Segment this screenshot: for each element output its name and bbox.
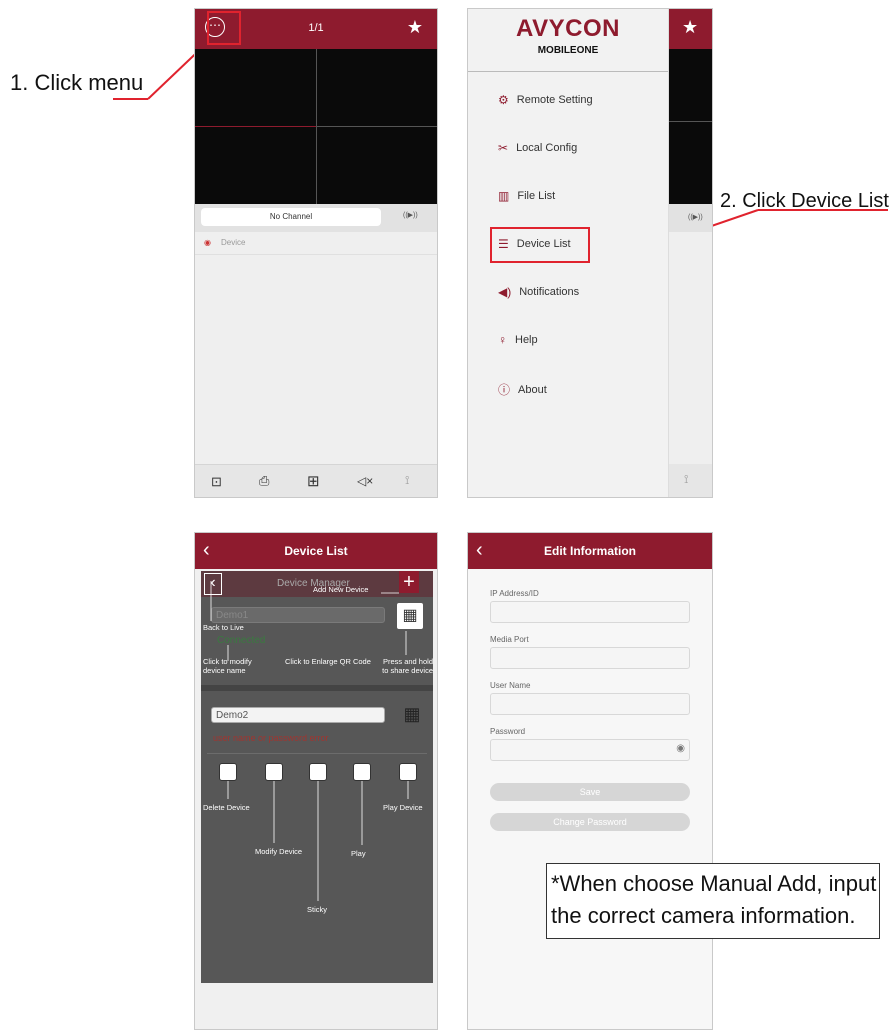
live-view-panel: ⋯ 1/1 ★ No Channel ((▶)) ◉ Device ⊡ ⎙ ⊞ … bbox=[194, 8, 438, 498]
menu-item-file-list[interactable]: ▥ File List bbox=[498, 189, 555, 203]
menu-highlight bbox=[207, 11, 241, 45]
brand-logo: AVYCON bbox=[468, 15, 668, 43]
side-drawer: AVYCON MOBILEONE ⚙ Remote Setting ✂ Loca… bbox=[468, 9, 669, 497]
device-list-panel: ‹ Device List ‹ Device Manager + Add New… bbox=[194, 532, 438, 1030]
user-name-label: User Name bbox=[490, 681, 531, 690]
device-eye-icon: ◉ bbox=[204, 238, 211, 247]
audio-broadcast-icon[interactable]: ((▶)) bbox=[403, 211, 418, 219]
channel-bar: No Channel ((▶)) bbox=[195, 204, 437, 232]
drawer-divider bbox=[468, 71, 668, 72]
save-button[interactable]: Save bbox=[490, 783, 690, 801]
file-list-icon: ▥ bbox=[498, 189, 510, 203]
menu-item-about[interactable]: ⓘ About bbox=[498, 381, 547, 398]
note-line2: the correct camera information. bbox=[551, 903, 856, 928]
menu-item-label: Help bbox=[515, 334, 538, 346]
ptz-icon[interactable]: ⟟ bbox=[684, 472, 688, 487]
edit-info-header: ‹ Edit Information bbox=[468, 533, 712, 569]
callout-delete: Delete Device bbox=[203, 803, 250, 812]
change-password-button[interactable]: Change Password bbox=[490, 813, 690, 831]
menu-item-label: Remote Setting bbox=[516, 94, 593, 106]
media-port-label: Media Port bbox=[490, 635, 529, 644]
edit-info-panel: ‹ Edit Information IP Address/ID Media P… bbox=[467, 532, 713, 1030]
password-field[interactable]: ◉ bbox=[490, 739, 690, 761]
callout-play: Play bbox=[351, 849, 366, 858]
edit-info-title: Edit Information bbox=[544, 544, 636, 558]
mute-icon[interactable]: ◁× bbox=[357, 474, 373, 488]
ptz-icon[interactable]: ⟟ bbox=[405, 473, 409, 488]
note-line1: *When choose Manual Add, input bbox=[551, 871, 877, 896]
toolbar-peek: ⟟ bbox=[668, 464, 712, 497]
menu-item-remote-setting[interactable]: ⚙ Remote Setting bbox=[498, 93, 593, 107]
callout-play-device: Play Device bbox=[383, 803, 423, 812]
record-icon[interactable]: ⎙ bbox=[259, 473, 269, 489]
megaphone-icon: ◀) bbox=[498, 285, 512, 299]
device-list-highlight bbox=[490, 227, 590, 263]
eye-icon[interactable]: ◉ bbox=[676, 743, 685, 754]
menu-item-label: Local Config bbox=[516, 142, 578, 154]
remote-setting-icon: ⚙ bbox=[498, 93, 509, 107]
channel-label[interactable]: No Channel bbox=[201, 208, 381, 226]
grid-divider-h-left bbox=[195, 126, 316, 127]
callout-modify: Modify Device bbox=[255, 847, 303, 856]
callout-sticky: Sticky bbox=[307, 905, 328, 914]
menu-item-help[interactable]: ♀ Help bbox=[498, 333, 538, 347]
channel-bar-peek: ((▶)) bbox=[668, 204, 712, 232]
drawer-panel: ★ ((▶)) ⟟ AVYCON MOBILEONE ⚙ Remote Sett… bbox=[467, 8, 713, 498]
device-list-title: Device List bbox=[284, 544, 348, 558]
callout-lines bbox=[210, 581, 409, 901]
video-peek bbox=[668, 49, 712, 204]
media-port-field[interactable] bbox=[490, 647, 690, 669]
device-row[interactable]: ◉ Device bbox=[195, 232, 437, 255]
device-manager-overlay: ‹ Device Manager + Add New Device Demo1 … bbox=[201, 571, 433, 983]
user-name-field[interactable] bbox=[490, 693, 690, 715]
device-label: Device bbox=[221, 238, 246, 247]
menu-item-notifications[interactable]: ◀) Notifications bbox=[498, 285, 579, 299]
brand-logo-text: AVYCON bbox=[516, 15, 620, 42]
audio-broadcast-icon[interactable]: ((▶)) bbox=[688, 213, 703, 221]
favorite-star-icon[interactable]: ★ bbox=[407, 17, 423, 38]
bulb-icon: ♀ bbox=[498, 333, 507, 347]
video-grid[interactable] bbox=[195, 49, 437, 204]
favorite-star-icon[interactable]: ★ bbox=[682, 17, 698, 38]
menu-item-label: About bbox=[518, 383, 547, 396]
menu-item-label: File List bbox=[517, 190, 556, 202]
note-box: *When choose Manual Add, input the corre… bbox=[546, 863, 880, 939]
menu-item-label: Notifications bbox=[519, 286, 580, 298]
ip-address-label: IP Address/ID bbox=[490, 589, 539, 598]
header-peek: ★ bbox=[668, 9, 712, 49]
grid-divider-h-right bbox=[316, 126, 437, 127]
ip-address-field[interactable] bbox=[490, 601, 690, 623]
brand-subtitle: MOBILEONE bbox=[537, 45, 599, 56]
snapshot-icon[interactable]: ⊡ bbox=[211, 474, 222, 490]
info-icon: ⓘ bbox=[498, 383, 511, 397]
layout-grid-icon[interactable]: ⊞ bbox=[307, 472, 320, 490]
tools-icon: ✂ bbox=[498, 141, 509, 155]
bottom-toolbar: ⊡ ⎙ ⊞ ◁× ⟟ bbox=[195, 464, 437, 497]
menu-item-local-config[interactable]: ✂ Local Config bbox=[498, 141, 577, 155]
password-label: Password bbox=[490, 727, 526, 736]
video-peek-divider bbox=[668, 121, 712, 122]
device-list-header: ‹ Device List bbox=[195, 533, 437, 569]
